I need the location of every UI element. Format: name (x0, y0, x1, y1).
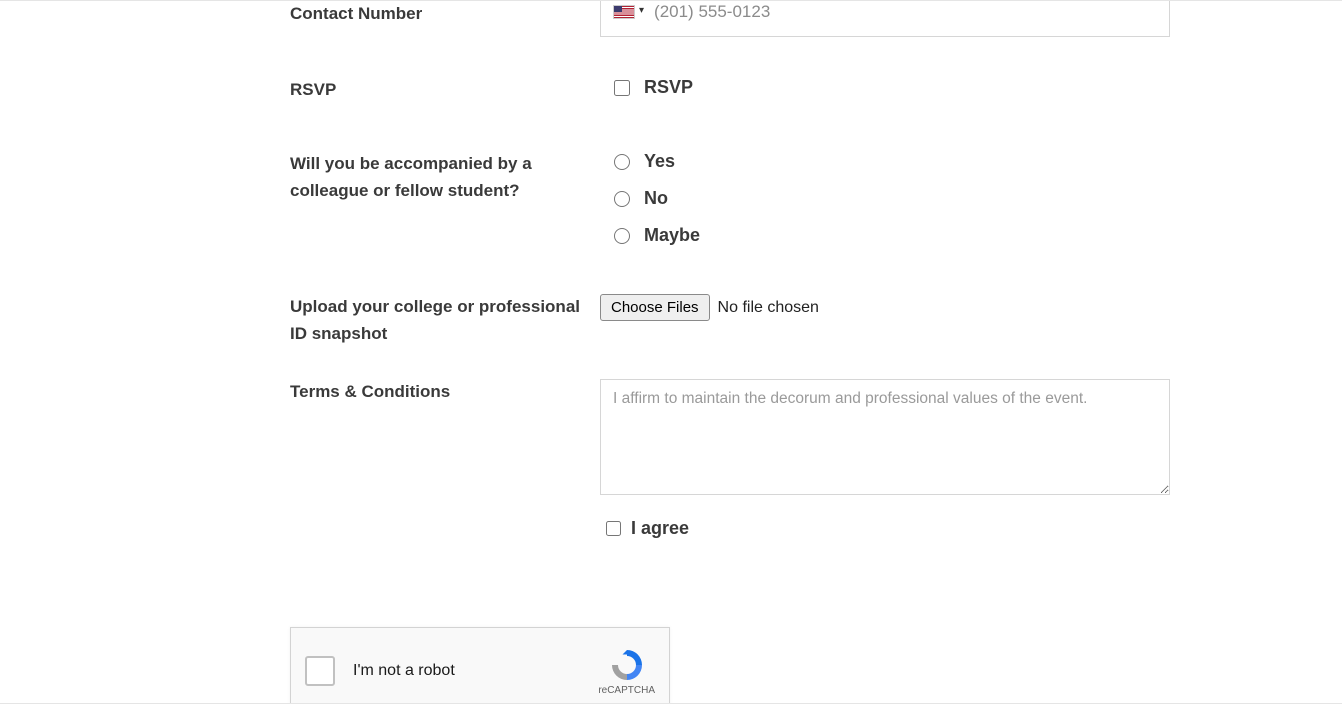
agree-checkbox[interactable] (606, 521, 621, 536)
recaptcha-brand-text: reCAPTCHA (598, 685, 655, 696)
agree-label: I agree (631, 518, 689, 539)
recaptcha-checkbox[interactable] (305, 656, 335, 686)
agree-line: I agree (600, 518, 1190, 539)
recaptcha-widget: I'm not a robot reCAPTCHA (290, 627, 670, 704)
accompany-label-yes: Yes (644, 151, 675, 172)
form-wrap: Contact Number ▾ (201) 555-0123 RSVP RSV… (290, 1, 1190, 539)
chevron-down-icon[interactable]: ▾ (639, 5, 644, 16)
label-accompany: Will you be accompanied by a colleague o… (290, 151, 600, 204)
terms-textarea[interactable] (600, 379, 1170, 495)
form-page: Contact Number ▾ (201) 555-0123 RSVP RSV… (0, 0, 1342, 704)
us-flag-icon[interactable] (613, 5, 635, 19)
choose-files-button[interactable]: Choose Files (600, 294, 710, 321)
row-accompany: Will you be accompanied by a colleague o… (290, 151, 1190, 246)
accompany-option-no: No (600, 188, 1190, 209)
rsvp-option-label: RSVP (644, 77, 693, 98)
accompany-radio-no[interactable] (614, 191, 630, 207)
accompany-label-no: No (644, 188, 668, 209)
label-contact-number: Contact Number (290, 1, 600, 27)
accompany-option-maybe: Maybe (600, 225, 1190, 246)
label-terms: Terms & Conditions (290, 379, 600, 405)
recaptcha-icon (609, 647, 645, 683)
row-terms: Terms & Conditions I agree (290, 379, 1190, 539)
field-upload: Choose Files No file chosen (600, 294, 1190, 321)
row-upload: Upload your college or professional ID s… (290, 294, 1190, 347)
rsvp-option: RSVP (600, 77, 1190, 98)
row-rsvp: RSVP RSVP (290, 77, 1190, 103)
field-terms: I agree (600, 379, 1190, 539)
recaptcha-logo: reCAPTCHA (598, 647, 655, 696)
label-upload: Upload your college or professional ID s… (290, 294, 600, 347)
phone-placeholder: (201) 555-0123 (654, 2, 770, 22)
phone-input[interactable]: ▾ (201) 555-0123 (600, 0, 1170, 37)
file-input-row: Choose Files No file chosen (600, 294, 1190, 321)
accompany-option-yes: Yes (600, 151, 1190, 172)
field-accompany: Yes No Maybe (600, 151, 1190, 246)
row-contact-number: Contact Number ▾ (201) 555-0123 (290, 1, 1190, 37)
accompany-radio-yes[interactable] (614, 154, 630, 170)
file-status-text: No file chosen (718, 299, 819, 317)
field-rsvp: RSVP (600, 77, 1190, 98)
accompany-label-maybe: Maybe (644, 225, 700, 246)
field-contact-number: ▾ (201) 555-0123 (600, 1, 1190, 37)
recaptcha-label: I'm not a robot (353, 662, 598, 680)
accompany-radio-maybe[interactable] (614, 228, 630, 244)
rsvp-checkbox[interactable] (614, 80, 630, 96)
label-rsvp: RSVP (290, 77, 600, 103)
